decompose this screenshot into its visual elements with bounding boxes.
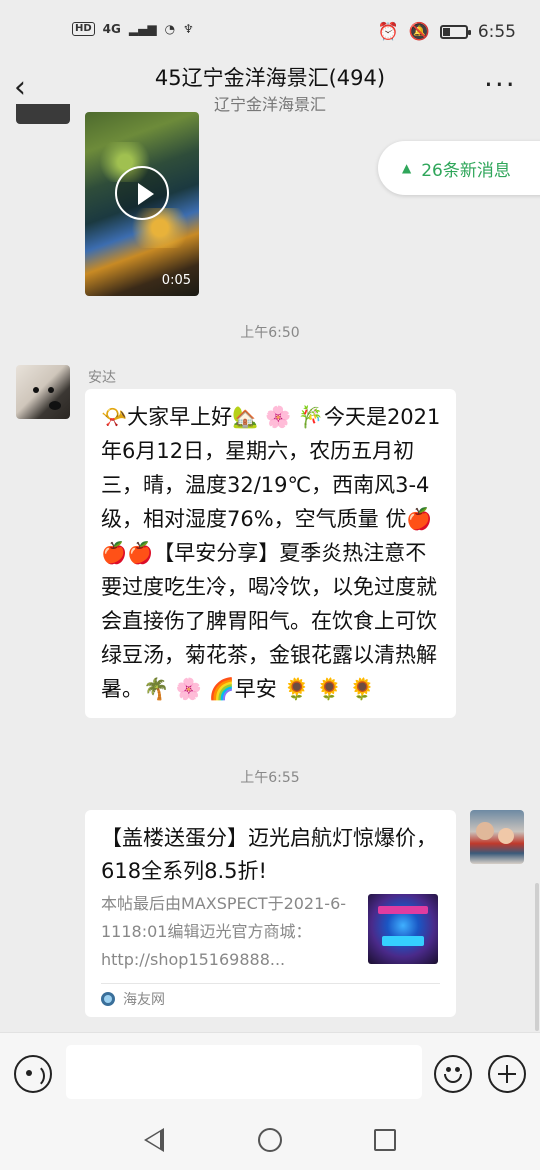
play-icon[interactable] xyxy=(115,166,169,220)
message-input[interactable] xyxy=(66,1045,422,1099)
link-thumbnail xyxy=(368,894,438,964)
emoji-button[interactable] xyxy=(434,1055,472,1093)
link-source-label: 海友网 xyxy=(123,992,165,1008)
status-left: HD 4G ▂▄▆ ◔ ♆ xyxy=(72,22,194,36)
video-message[interactable]: 0:05 xyxy=(85,112,199,296)
thumbnail-banner xyxy=(382,936,424,946)
link-card[interactable]: 【盖楼送蛋分】迈光启航灯惊爆价，618全系列8.5折! 本帖最后由MAXSPEC… xyxy=(85,810,456,1017)
status-bar: HD 4G ▂▄▆ ◔ ♆ ⏰ 🔕 6:55 xyxy=(0,0,540,66)
source-icon xyxy=(101,992,115,1006)
timestamp: 上午6:50 xyxy=(240,325,300,341)
chat-subtitle: 辽宁金洋海景汇 xyxy=(213,95,326,114)
new-messages-button[interactable]: ▲ 26条新消息 xyxy=(378,141,540,195)
nav-home-icon[interactable] xyxy=(258,1128,282,1152)
avatar[interactable] xyxy=(16,104,70,124)
chat-title: 45辽宁金洋海景汇(494) xyxy=(154,66,386,90)
alarm-icon: ⏰ xyxy=(377,22,399,42)
battery-icon xyxy=(439,25,471,39)
new-messages-label: 26条新消息 xyxy=(421,160,511,181)
status-right: ⏰ 🔕 6:55 xyxy=(377,22,516,42)
avatar-eye xyxy=(48,387,54,393)
double-chevron-up-icon: ▲ xyxy=(402,161,412,175)
sender-name: 安达 xyxy=(88,370,116,386)
avatar-face xyxy=(476,822,494,840)
avatar-eye xyxy=(33,387,39,393)
divider xyxy=(101,983,440,984)
emoji-icon-eye xyxy=(455,1067,460,1072)
scrollbar[interactable] xyxy=(535,883,539,1031)
voice-input-button[interactable] xyxy=(14,1055,52,1093)
link-description: 本帖最后由MAXSPECT于2021-6-1118:01编辑迈光官方商城：htt… xyxy=(101,894,347,969)
network-label: 4G xyxy=(102,22,121,36)
link-title: 【盖楼送蛋分】迈光启航灯惊爆价，618全系列8.5折! xyxy=(101,826,437,883)
emoji-icon-mouth xyxy=(444,1074,462,1083)
emoji-icon-eye xyxy=(446,1067,451,1072)
more-actions-button[interactable] xyxy=(488,1055,526,1093)
signal-icon: ▂▄▆ xyxy=(128,22,157,36)
video-duration: 0:05 xyxy=(161,273,191,288)
nav-back-icon[interactable] xyxy=(144,1128,164,1152)
timestamp: 上午6:55 xyxy=(240,770,300,786)
wifi-icon: ◔ xyxy=(164,22,176,36)
hd-badge: HD xyxy=(72,22,95,36)
avatar[interactable] xyxy=(16,365,70,419)
thumbnail-banner xyxy=(378,906,428,914)
input-bar xyxy=(0,1032,540,1114)
more-icon: ··· xyxy=(484,68,517,101)
clock: 6:55 xyxy=(477,22,516,42)
avatar[interactable] xyxy=(470,810,524,864)
more-button[interactable]: ··· xyxy=(484,68,517,101)
avatar-face xyxy=(498,828,514,844)
avatar-nose xyxy=(49,401,61,410)
nav-recents-icon[interactable] xyxy=(374,1129,396,1151)
app-notification-icon: ♆ xyxy=(183,22,194,36)
link-source: 海友网 xyxy=(101,989,165,1009)
text-message-bubble[interactable]: 📯大家早上好🏡 🌸 🎋今天是2021年6月12日，星期六，农历五月初三，晴，温度… xyxy=(85,389,456,718)
mute-icon: 🔕 xyxy=(408,22,430,42)
system-nav-bar xyxy=(0,1114,540,1170)
